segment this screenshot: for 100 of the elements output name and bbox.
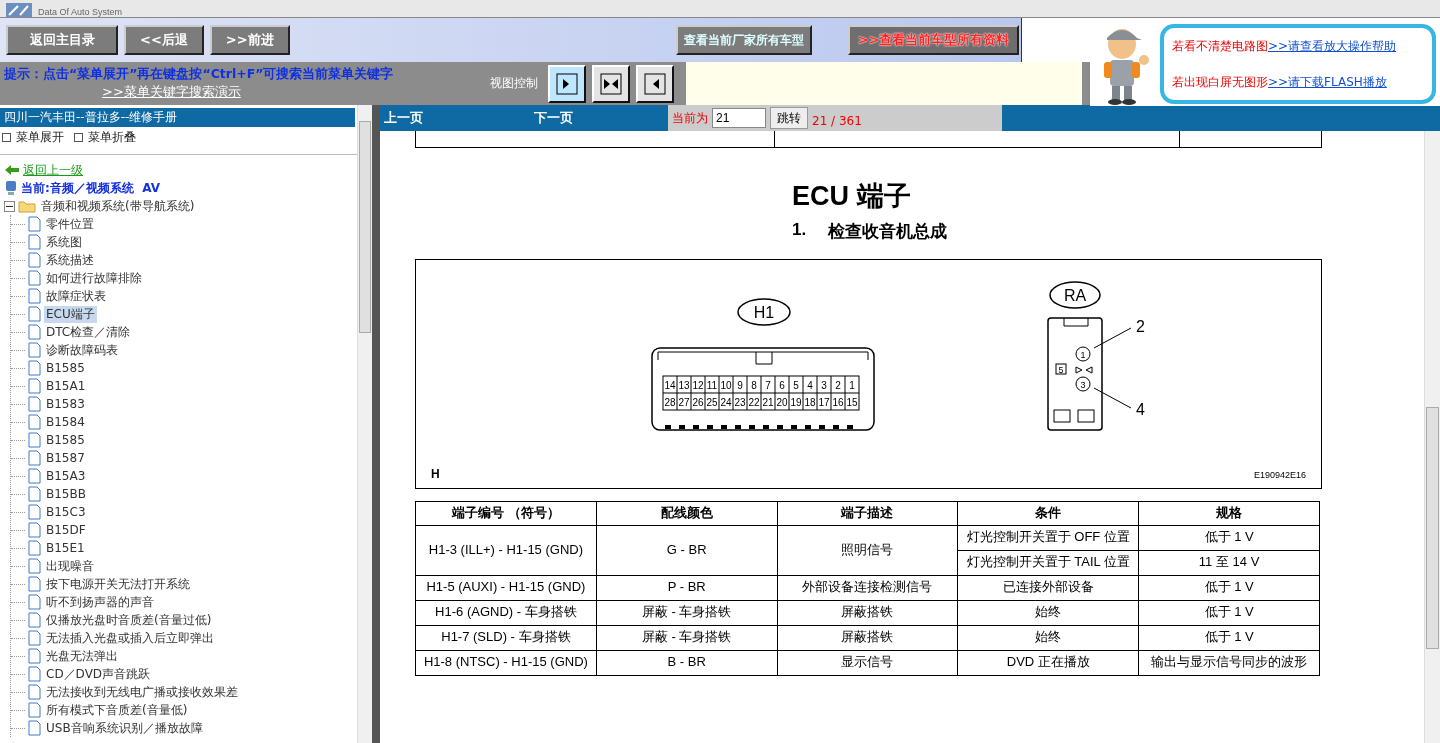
computer-icon	[4, 180, 18, 196]
tree-item[interactable]: B15DF	[44, 523, 88, 537]
page-input[interactable]: 21	[712, 108, 766, 128]
page-icon	[28, 648, 41, 664]
column-header: 配线颜色	[596, 501, 778, 526]
tree-item[interactable]: 系统描述	[44, 251, 96, 269]
view-button[interactable]	[636, 64, 674, 103]
tree-item[interactable]: 无法插入光盘或插入后立即弹出	[44, 629, 216, 647]
table-cell: 低于 1 V	[1138, 600, 1320, 626]
table-cell: H1-3 (ILL+) - H1-15 (GND)	[415, 525, 597, 576]
tree-item[interactable]: 系统图	[44, 233, 84, 251]
nav-button[interactable]: <<后退	[124, 25, 204, 55]
table-cell: 照明信号	[777, 525, 958, 576]
table-cell: 屏蔽搭铁	[777, 625, 958, 651]
page-icon	[28, 630, 41, 646]
tree-item[interactable]: B1584	[44, 415, 87, 429]
tree-item[interactable]: 所有模式下音质差(音量低)	[44, 701, 190, 719]
scrollbar[interactable]	[1424, 131, 1440, 743]
page-icon	[28, 486, 41, 502]
tree-item[interactable]: B15E1	[44, 541, 87, 555]
view-button[interactable]	[592, 64, 630, 103]
tree-item[interactable]: ECU端子	[44, 305, 97, 323]
table-cell: H1-8 (NTSC) - H1-15 (GND)	[415, 650, 597, 676]
page-icon	[28, 360, 41, 376]
page-icon	[28, 612, 41, 628]
back-link[interactable]: 返回上一级	[23, 161, 83, 179]
page-icon	[28, 684, 41, 700]
page-icon	[28, 324, 41, 340]
tree-item[interactable]: B15A1	[44, 379, 88, 393]
page-icon	[28, 702, 41, 718]
tree-folder[interactable]: 音频和视频系统(带导航系统)	[39, 197, 197, 215]
tree-item[interactable]: B1585	[44, 361, 87, 375]
ra-label: RA	[1049, 281, 1101, 309]
tools-logo-icon	[6, 3, 32, 17]
back-arrow-icon	[4, 164, 20, 176]
tree-item[interactable]: CD／DVD声音跳跃	[44, 665, 153, 683]
prev-page-link[interactable]: 上一页	[384, 109, 530, 127]
page-heading: ECU 端子	[792, 180, 912, 213]
nav-button[interactable]: >>前进	[209, 25, 290, 55]
page-icon	[28, 288, 41, 304]
view-label: H	[431, 467, 440, 481]
tree-item[interactable]: 仅播放光盘时音质差(音量过低)	[44, 611, 214, 629]
current-page-label: 当前为	[672, 109, 708, 127]
table-cell: H1-7 (SLD) - 车身搭铁	[415, 625, 597, 651]
help-link[interactable]: >>请下载FLASH播放	[1268, 74, 1387, 89]
table-cell: P - BR	[596, 575, 778, 601]
tree-item[interactable]: 诊断故障码表	[44, 341, 120, 359]
page-icon	[28, 666, 41, 682]
tree-item[interactable]: 出现噪音	[44, 557, 96, 575]
tree-item[interactable]: DTC检查／清除	[44, 323, 133, 341]
tree-item[interactable]: B15C3	[44, 505, 88, 519]
page-icon	[28, 720, 41, 736]
menu-toggle-link[interactable]: 菜单折叠	[74, 129, 136, 146]
tree-item[interactable]: 零件位置	[44, 215, 96, 233]
view-button[interactable]	[548, 64, 586, 103]
page-icon	[28, 306, 41, 322]
table-cell: B - BR	[596, 650, 778, 676]
tree-item[interactable]: B1585	[44, 433, 87, 447]
tree-item[interactable]: B1587	[44, 451, 87, 465]
step-number: 1.	[792, 220, 807, 241]
column-header: 端子编号 （符号）	[415, 501, 597, 526]
menu-toggle-link[interactable]: 菜单展开	[2, 129, 64, 146]
search-hint: 提示：点击“菜单展开”再在键盘按“Ctrl+F”可搜索当前菜单关键字	[4, 66, 395, 83]
page-icon	[28, 342, 41, 358]
table-cell: 低于 1 V	[1138, 625, 1320, 651]
page-icon	[28, 450, 41, 466]
tree-item[interactable]: 按下电源开关无法打开系统	[44, 575, 192, 593]
table-cell: 灯光控制开关置于 TAIL 位置	[957, 550, 1139, 576]
tree-item[interactable]: 故障症状表	[44, 287, 108, 305]
tree-item[interactable]: 如何进行故障排除	[44, 269, 144, 287]
next-page-link[interactable]: 下一页	[534, 109, 668, 127]
collapse-toggle[interactable]	[4, 200, 15, 212]
tree-item[interactable]: B15BB	[44, 487, 88, 501]
maker-models-button[interactable]: 查看当前厂家所有车型	[675, 25, 812, 55]
table-cell: 始终	[957, 600, 1139, 626]
app-subtitle: Data Of Auto System	[38, 7, 123, 17]
connector-drawing: 14 13 12 11 10 9 8 7 6 5 4 3 2 1 28 27 26 25 24 23 22 21 20 19 18 17 16 15	[651, 347, 875, 431]
tree-item[interactable]: USB音响系统识别／播放故障	[44, 719, 205, 737]
page-icon	[28, 576, 41, 592]
tree-item[interactable]: B1583	[44, 397, 87, 411]
scrollbar[interactable]	[357, 105, 372, 743]
help-text: 若看不清楚电路图	[1172, 38, 1268, 53]
tree-item[interactable]: B15A3	[44, 469, 88, 483]
page-icon	[28, 504, 41, 520]
tree-item[interactable]: 光盘无法弹出	[44, 647, 120, 665]
page-icon	[28, 270, 41, 286]
table-cell: 屏蔽 - 车身搭铁	[596, 600, 778, 626]
tree-item[interactable]: 听不到扬声器的声音	[44, 593, 156, 611]
help-link[interactable]: >>请查看放大操作帮助	[1268, 38, 1397, 53]
table-cell: G - BR	[596, 525, 778, 576]
page-icon	[28, 252, 41, 268]
tree-item[interactable]: 无法接收到无线电广播或接收效果差	[44, 683, 240, 701]
column-header: 端子描述	[777, 501, 958, 526]
page-icon	[28, 216, 41, 232]
page-count: 21 / 361	[812, 114, 862, 128]
page-icon	[28, 540, 41, 556]
manual-title: 四川一汽丰田--普拉多--维修手册	[0, 108, 355, 127]
nav-button[interactable]: 返回主目录	[6, 25, 118, 55]
column-header: 规格	[1138, 501, 1320, 526]
go-button[interactable]: 跳转	[770, 107, 808, 129]
